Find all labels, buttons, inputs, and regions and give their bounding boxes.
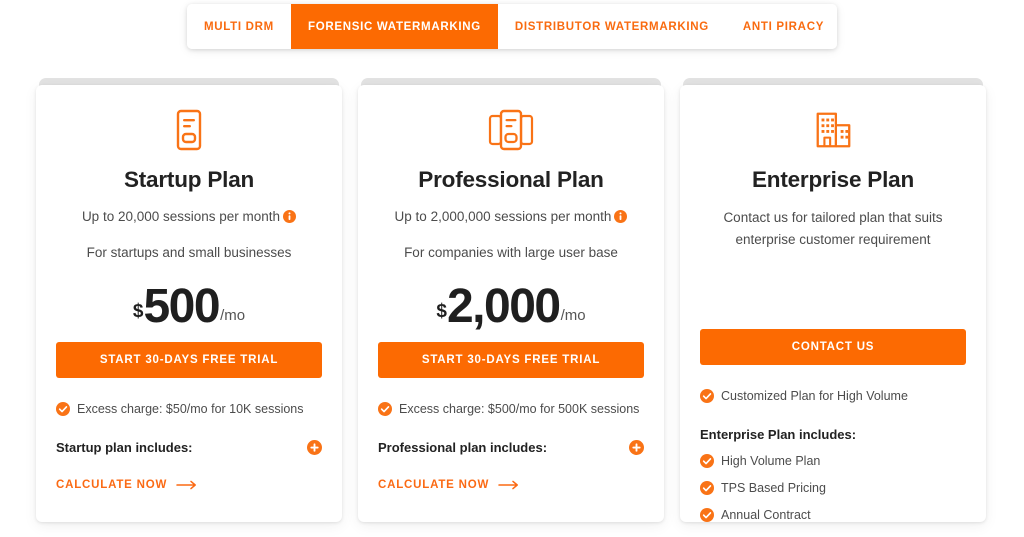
plan-includes-title: Enterprise Plan includes: — [700, 427, 857, 442]
tab-multi-drm[interactable]: MULTI DRM — [187, 4, 291, 49]
pricing-card-professional: Professional Plan Up to 2,000,000 sessio… — [358, 78, 664, 522]
check-circle-icon — [700, 508, 714, 522]
plan-description-line1: Contact us for tailored plan that suits — [723, 209, 943, 225]
start-free-trial-button[interactable]: START 30-DAYS FREE TRIAL — [378, 342, 644, 379]
feature-label: High Volume Plan — [721, 454, 821, 468]
plan-title: Startup Plan — [123, 167, 255, 192]
excess-charge-text: Customized Plan for High Volume — [721, 389, 908, 403]
plan-description: For companies with large user base — [404, 244, 618, 260]
plan-price-placeholder — [700, 259, 966, 317]
plan-sessions: Up to 20,000 sessions per month — [56, 207, 322, 229]
info-circle-icon[interactable] — [283, 209, 297, 229]
plan-title: Professional Plan — [418, 167, 604, 192]
pricing-cards: Startup Plan Up to 20,000 sessions per m… — [36, 78, 988, 522]
calculate-now-label: CALCULATE NOW — [378, 479, 490, 492]
plan-price: $ 500 /mo — [56, 272, 322, 334]
plan-sessions-text: Up to 2,000,000 sessions per month — [394, 209, 612, 224]
plan-includes-row: Startup plan includes: — [56, 440, 322, 456]
pricing-card-enterprise: Enterprise Plan Contact us for tailored … — [680, 78, 986, 522]
arrow-right-icon — [498, 480, 520, 490]
plan-sessions: Up to 2,000,000 sessions per month — [378, 207, 644, 229]
price-currency: $ — [132, 301, 144, 323]
excess-charge-text: Excess charge: $50/mo for 10K sessions — [77, 402, 304, 417]
arrow-right-icon — [176, 480, 198, 490]
plus-circle-icon[interactable] — [629, 440, 644, 456]
price-amount: 500 — [143, 280, 220, 334]
plan-price: $ 2,000 /mo — [378, 272, 644, 334]
plan-includes-row: Enterprise Plan includes: — [700, 427, 966, 442]
plan-description: For startups and small businesses — [86, 244, 292, 260]
plus-circle-icon[interactable] — [307, 440, 322, 456]
list-item: TPS Based Pricing — [700, 481, 966, 495]
plan-description-line2: enterprise customer requirement — [735, 231, 931, 247]
tab-label: FORENSIC WATERMARKING — [307, 20, 481, 33]
pricing-card-startup: Startup Plan Up to 20,000 sessions per m… — [36, 78, 342, 522]
office-building-icon — [700, 105, 966, 155]
calculate-now-link[interactable]: CALCULATE NOW — [378, 479, 520, 491]
check-circle-icon — [700, 454, 714, 468]
excess-charge-text: Excess charge: $500/mo for 500K sessions — [399, 402, 640, 417]
feature-label: Annual Contract — [721, 508, 811, 522]
plan-sessions-text: Up to 20,000 sessions per month — [81, 209, 281, 224]
price-amount: 2,000 — [446, 280, 561, 334]
tab-forensic-watermarking[interactable]: FORENSIC WATERMARKING — [290, 4, 498, 49]
pricing-page: MULTI DRM FORENSIC WATERMARKING DISTRIBU… — [0, 0, 1024, 537]
tab-label: DISTRIBUTOR WATERMARKING — [514, 20, 709, 33]
tab-label: ANTI PIRACY — [742, 20, 825, 33]
plan-includes-title: Professional plan includes: — [378, 440, 548, 456]
price-currency: $ — [436, 301, 447, 323]
tab-distributor-watermarking[interactable]: DISTRIBUTOR WATERMARKING — [497, 4, 726, 49]
check-circle-icon — [378, 402, 392, 417]
check-circle-icon — [700, 389, 714, 403]
list-item: Annual Contract — [700, 508, 966, 522]
price-period: /mo — [560, 307, 586, 325]
plan-title: Enterprise Plan — [751, 166, 915, 192]
server-rack-single-icon — [56, 105, 322, 155]
tab-label: MULTI DRM — [204, 20, 274, 33]
start-free-trial-button[interactable]: START 30-DAYS FREE TRIAL — [56, 342, 322, 379]
plan-includes-title: Startup plan includes: — [56, 440, 193, 456]
tab-anti-piracy[interactable]: ANTI PIRACY — [725, 4, 837, 49]
calculate-now-label: CALCULATE NOW — [56, 479, 168, 492]
plan-excess-charge: Excess charge: $50/mo for 10K sessions — [56, 402, 322, 417]
contact-us-button[interactable]: CONTACT US — [700, 329, 966, 365]
pricing-tabbar: MULTI DRM FORENSIC WATERMARKING DISTRIBU… — [187, 4, 837, 49]
list-item: High Volume Plan — [700, 454, 966, 468]
price-period: /mo — [220, 307, 246, 325]
plan-excess-charge: Excess charge: $500/mo for 500K sessions — [378, 402, 644, 417]
check-circle-icon — [700, 481, 714, 495]
plan-feature-list: High Volume Plan TPS Based Pricing Annua… — [700, 454, 966, 522]
calculate-now-link[interactable]: CALCULATE NOW — [56, 479, 198, 491]
tab-list: MULTI DRM FORENSIC WATERMARKING DISTRIBU… — [187, 4, 837, 49]
plan-excess-charge: Customized Plan for High Volume — [700, 389, 966, 403]
check-circle-icon — [56, 402, 70, 417]
feature-label: TPS Based Pricing — [721, 481, 826, 495]
plan-description: Contact us for tailored plan that suits … — [700, 207, 966, 250]
plan-includes-row: Professional plan includes: — [378, 440, 644, 456]
info-circle-icon[interactable] — [614, 209, 628, 229]
server-rack-triple-icon — [378, 105, 644, 155]
